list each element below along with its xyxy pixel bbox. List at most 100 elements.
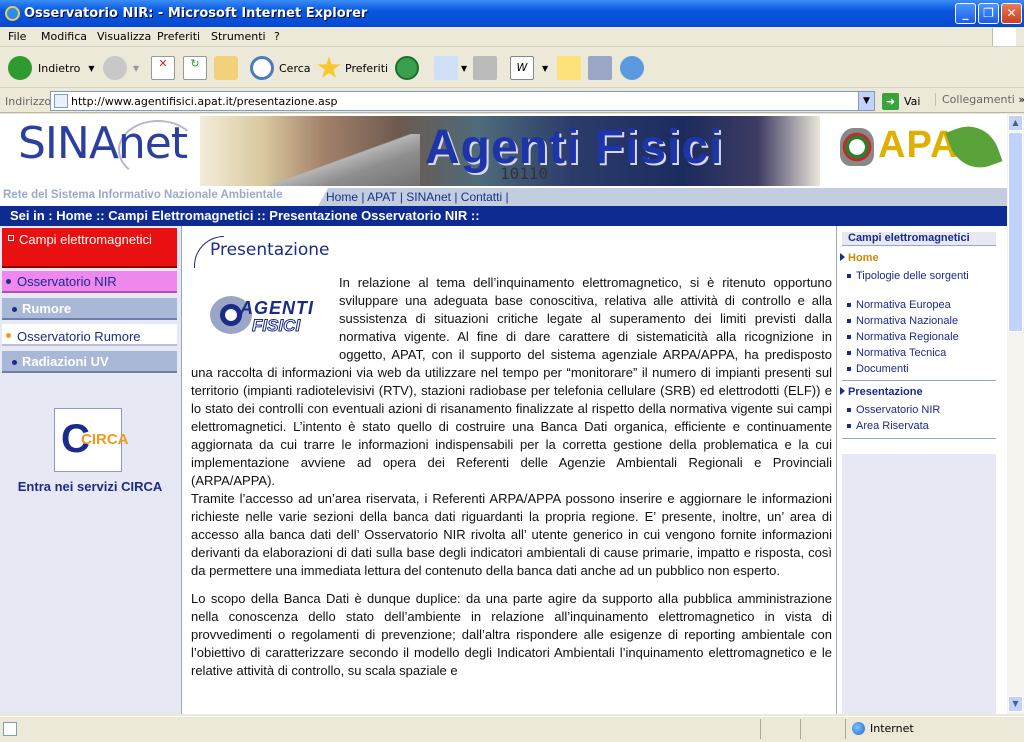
menu-bar: File Modifica Visualizza Preferiti Strum… (0, 27, 1024, 47)
rightnav-normativa-regionale[interactable]: Normativa Regionale (847, 331, 994, 344)
links-toolbar[interactable]: Collegamenti » (935, 93, 1024, 106)
menu-strumenti[interactable]: Strumenti (211, 30, 266, 43)
menu-visualizza[interactable]: Visualizza (97, 30, 151, 43)
sinanet-logo[interactable]: SINAnet (18, 118, 188, 169)
leftnav-osservatorio-nir[interactable]: Osservatorio NIR (2, 271, 177, 293)
search-icon (250, 56, 274, 80)
forward-arrow-icon (103, 56, 127, 80)
circa-services-link[interactable]: Entra nei servizi CIRCA (0, 479, 180, 494)
circa-logo[interactable]: C CIRCA (54, 408, 129, 472)
rightnav-documenti[interactable]: Documenti (847, 363, 994, 376)
vertical-scrollbar[interactable]: ▲ ▼ (1007, 114, 1024, 714)
page-status-icon (3, 722, 17, 736)
search-button[interactable]: Cerca (250, 54, 311, 82)
menu-file[interactable]: File (8, 30, 26, 43)
right-sidebar: Campi elettromagnetici Home Tipologie de… (838, 226, 1007, 714)
page-viewport: SINAnet Agenti Fisici 10110 APAT Rete de… (0, 114, 1007, 714)
leftnav-osservatorio-rumore[interactable]: Osservatorio Rumore (2, 324, 177, 346)
leftnav-rumore[interactable]: Rumore (2, 298, 177, 320)
back-arrow-icon (8, 56, 32, 80)
topnav-home[interactable]: Home (326, 190, 358, 204)
messenger-button[interactable] (620, 54, 644, 82)
title-bar: Osservatorio NIR: - Microsoft Internet E… (0, 0, 1024, 27)
rightnav-header: Campi elettromagnetici (842, 232, 996, 246)
go-button[interactable]: ➜ Vai (882, 93, 920, 110)
print-button[interactable] (473, 54, 497, 82)
bullet-icon (847, 367, 851, 371)
left-sidebar: Campi elettromagnetici Osservatorio NIR … (0, 226, 182, 714)
bullet-icon (847, 303, 851, 307)
discuss-button[interactable] (557, 54, 581, 82)
topnav-contatti[interactable]: Contatti (461, 190, 502, 204)
address-input[interactable]: http://www.agentifisici.apat.it/presenta… (50, 91, 875, 111)
banner-photo: Agenti Fisici 10110 (200, 116, 820, 186)
bullet-icon (847, 408, 851, 412)
research-button[interactable] (588, 54, 612, 82)
arrow-icon (840, 253, 845, 261)
breadcrumb: Sei in : Home :: Campi Elettromagnetici … (0, 206, 1007, 226)
home-icon (214, 56, 238, 80)
maximize-button[interactable]: ❐ (978, 3, 999, 24)
print-icon (473, 56, 497, 80)
paragraph: Tramite l’accesso ad un’area riservata, … (191, 491, 832, 578)
globe-icon (852, 722, 865, 735)
research-icon (588, 56, 612, 80)
refresh-button[interactable]: ↻ (183, 54, 207, 82)
note-icon (557, 56, 581, 80)
history-button[interactable] (395, 54, 419, 82)
divider (842, 380, 996, 381)
home-button[interactable] (214, 54, 238, 82)
rightnav-presentazione[interactable]: Presentazione (840, 386, 923, 398)
menu-help[interactable]: ? (274, 30, 280, 43)
messenger-icon (620, 56, 644, 80)
rightnav-osservatorio-nir[interactable]: Osservatorio NIR (847, 404, 994, 417)
scroll-thumb[interactable] (1008, 132, 1023, 332)
menu-modifica[interactable]: Modifica (41, 30, 87, 43)
rightnav-home[interactable]: Home (840, 252, 879, 264)
bullet-icon (847, 274, 851, 278)
favorites-button[interactable]: Preferiti (317, 54, 388, 82)
back-button[interactable]: Indietro ▼ (8, 54, 95, 82)
rightnav-normativa-tecnica[interactable]: Normativa Tecnica (847, 347, 994, 360)
toolbar: Indietro ▼ ▼ ✕ ↻ Cerca Preferiti ▼ W ▼ (0, 48, 1024, 88)
divider (842, 438, 996, 439)
rightnav-normativa-nazionale[interactable]: Normativa Nazionale (847, 315, 994, 328)
edit-button[interactable]: W ▼ (510, 54, 548, 82)
refresh-icon: ↻ (183, 56, 207, 80)
site-banner: SINAnet Agenti Fisici 10110 APAT (0, 114, 1007, 188)
windows-logo-icon (992, 28, 1016, 46)
stop-button[interactable]: ✕ (151, 54, 175, 82)
topnav-sinanet[interactable]: SINAnet (406, 190, 451, 204)
topnav-apat[interactable]: APAT (367, 190, 396, 204)
scroll-up-button[interactable]: ▲ (1008, 115, 1023, 131)
bullet-icon (6, 279, 11, 284)
close-button[interactable]: ✕ (1001, 3, 1022, 24)
bullet-icon (847, 351, 851, 355)
forward-button[interactable]: ▼ (103, 54, 139, 82)
leftnav-radiazioni-uv[interactable]: Radiazioni UV (2, 351, 177, 373)
rightnav-normativa-europea[interactable]: Normativa Europea (847, 299, 994, 312)
mail-button[interactable]: ▼ (434, 54, 467, 82)
binary-digits: 10110 (500, 164, 549, 183)
ie-icon (5, 6, 20, 21)
address-dropdown-button[interactable]: ▼ (858, 92, 874, 110)
scroll-down-button[interactable]: ▼ (1008, 696, 1023, 712)
site-tagline: Rete del Sistema Informativo Nazionale A… (3, 189, 283, 201)
paragraph: Lo scopo della Banca Dati è dunque dupli… (191, 591, 832, 678)
rightnav-tipologie-sorgenti[interactable]: Tipologie delle sorgenti (847, 270, 994, 283)
top-nav: Home | APAT | SINAnet | Contatti | (318, 188, 1007, 206)
agenti-fisici-title: Agenti Fisici (425, 121, 724, 174)
menu-preferiti[interactable]: Preferiti (157, 30, 200, 43)
bullet-icon (847, 335, 851, 339)
article-body: In relazione al tema dell’inquinamento e… (191, 274, 832, 680)
bullet-icon (847, 319, 851, 323)
arrow-icon (840, 387, 845, 395)
page-title: Presentazione (210, 240, 330, 260)
minimize-button[interactable]: _ (955, 3, 976, 24)
leftnav-campi-elettromagnetici[interactable]: Campi elettromagnetici (2, 228, 177, 268)
window-title: Osservatorio NIR: - Microsoft Internet E… (24, 6, 368, 21)
italian-emblem-icon (840, 128, 874, 166)
rightnav-area-riservata[interactable]: Area Riservata (847, 420, 994, 433)
go-arrow-icon: ➜ (882, 93, 899, 110)
zone-label: Internet (870, 722, 914, 735)
